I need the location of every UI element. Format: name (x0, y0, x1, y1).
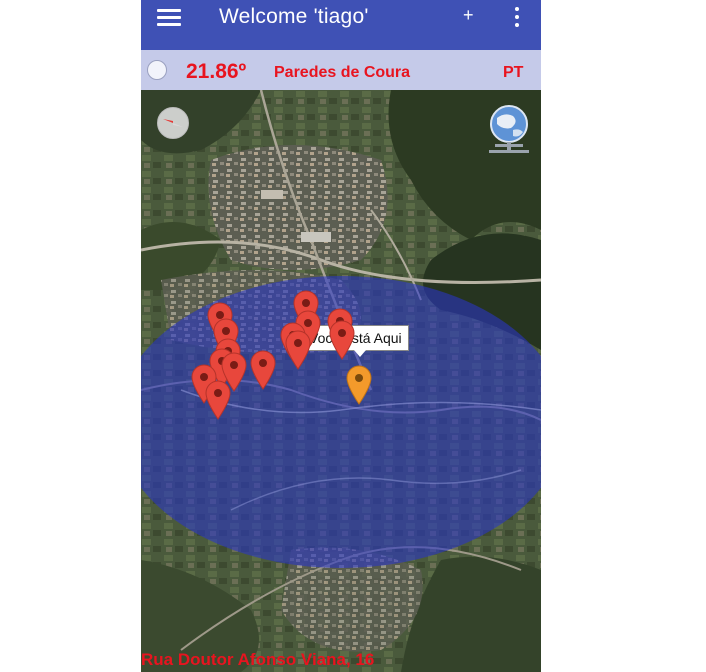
city-name: Paredes de Coura (274, 64, 411, 81)
globe-layers-icon[interactable] (485, 100, 537, 154)
map-marker[interactable] (329, 320, 355, 360)
status-toggle[interactable] (147, 60, 167, 80)
phone-screen: Welcome 'tiago' + 21.86º Paredes de Cour… (141, 0, 541, 672)
user-location-marker[interactable] (346, 365, 372, 405)
more-vert-icon[interactable] (514, 7, 520, 27)
map-marker[interactable] (285, 330, 311, 370)
current-address: Rua Doutor Afonso Viana, 16 (141, 650, 375, 669)
app-bar: Welcome 'tiago' + (141, 0, 541, 50)
map-marker[interactable] (205, 380, 231, 420)
language-code[interactable]: PT (503, 64, 523, 82)
weather-status-bar: 21.86º Paredes de Coura PT (141, 50, 541, 90)
add-button[interactable]: + (463, 5, 474, 26)
compass-icon[interactable] (157, 107, 189, 139)
temperature-value: 21.86º (186, 60, 247, 83)
app-title: Welcome 'tiago' (219, 5, 369, 28)
label-pointer (354, 350, 366, 357)
map-view[interactable]: Você está Aqui (141, 90, 541, 672)
map-marker[interactable] (250, 350, 276, 390)
hamburger-menu-icon[interactable] (157, 9, 181, 27)
